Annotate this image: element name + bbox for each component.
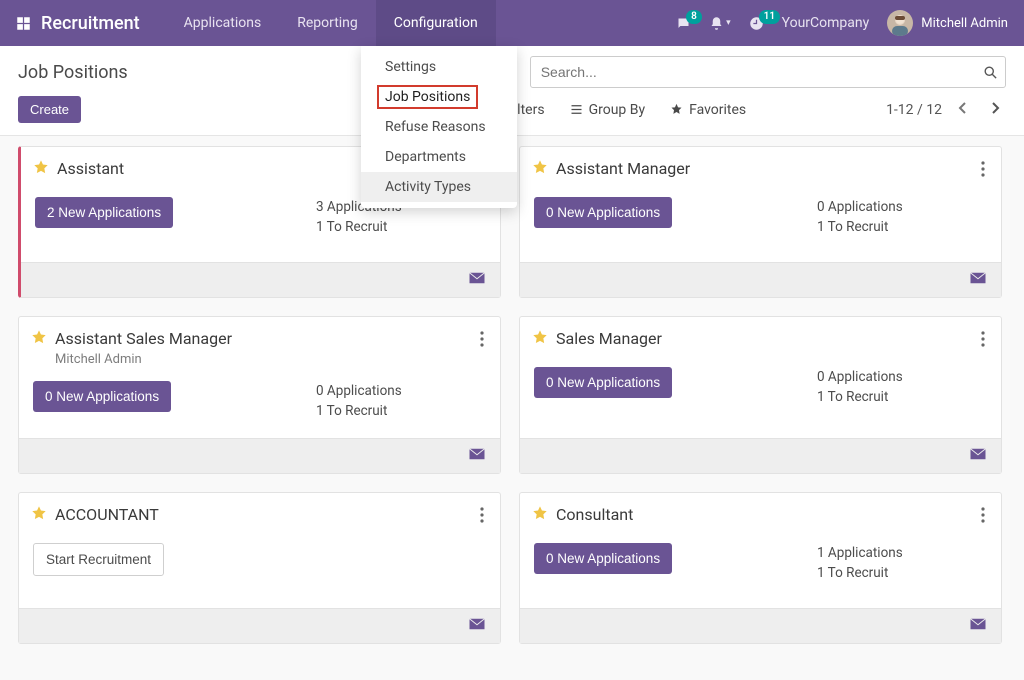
pager-prev[interactable] xyxy=(952,96,974,123)
job-card[interactable]: Assistant Manager 0 New Applications 0 App… xyxy=(519,146,1002,298)
mail-icon[interactable] xyxy=(468,447,486,465)
applications-count: 0 Applications xyxy=(817,367,987,387)
mail-icon[interactable] xyxy=(969,271,987,289)
pager-range: 1-12 / 12 xyxy=(886,102,942,118)
notifications-icon[interactable]: ▾ xyxy=(709,16,731,31)
card-title: Assistant Manager xyxy=(556,159,690,178)
card-subtitle: Mitchell Admin xyxy=(55,352,232,367)
to-recruit-count: 1 To Recruit xyxy=(817,563,987,583)
new-applications-button[interactable]: 0 New Applications xyxy=(534,543,672,574)
start-recruitment-button[interactable]: Start Recruitment xyxy=(33,543,164,576)
navbar: Recruitment Applications Reporting Confi… xyxy=(0,0,1024,46)
tab-applications[interactable]: Applications xyxy=(166,0,280,46)
card-menu-icon[interactable] xyxy=(977,329,989,353)
star-icon[interactable] xyxy=(532,505,548,525)
configuration-dropdown: Settings Job Positions Refuse Reasons De… xyxy=(361,46,517,208)
user-name: Mitchell Admin xyxy=(921,16,1008,31)
create-button[interactable]: Create xyxy=(18,96,81,123)
tab-reporting[interactable]: Reporting xyxy=(279,0,376,46)
activities-icon[interactable]: 11 xyxy=(749,16,764,31)
nav-tabs: Applications Reporting Configuration xyxy=(166,0,496,46)
new-applications-button[interactable]: 0 New Applications xyxy=(33,381,171,412)
star-icon[interactable] xyxy=(31,505,47,525)
kanban-scroll[interactable]: Assistant2 New Applications3 Application… xyxy=(0,136,1024,680)
job-card[interactable]: ACCOUNTANT Start Recruitment xyxy=(18,492,501,644)
pager: 1-12 / 12 xyxy=(886,96,1006,123)
company-selector[interactable]: YourCompany xyxy=(782,15,870,31)
avatar xyxy=(887,10,913,36)
tab-configuration[interactable]: Configuration xyxy=(376,0,496,46)
mail-icon[interactable] xyxy=(468,271,486,289)
to-recruit-count: 1 To Recruit xyxy=(817,217,987,237)
applications-count: 1 Applications xyxy=(817,543,987,563)
activities-badge: 11 xyxy=(759,10,780,24)
applications-count: 0 Applications xyxy=(817,197,987,217)
card-title: Sales Manager xyxy=(556,329,662,348)
apps-icon[interactable] xyxy=(16,16,31,31)
star-icon[interactable] xyxy=(532,329,548,349)
card-menu-icon[interactable] xyxy=(977,159,989,183)
kanban-board: Assistant2 New Applications3 Application… xyxy=(18,146,1016,644)
pager-next[interactable] xyxy=(984,96,1006,123)
menu-job-positions[interactable]: Job Positions xyxy=(361,82,517,112)
star-icon[interactable] xyxy=(33,159,49,179)
favorites-button[interactable]: Favorites xyxy=(669,102,746,118)
page-title: Job Positions xyxy=(18,62,128,83)
to-recruit-count: 1 To Recruit xyxy=(316,401,486,421)
messages-badge: 8 xyxy=(686,10,702,24)
card-menu-icon[interactable] xyxy=(476,505,488,529)
star-icon[interactable] xyxy=(532,159,548,179)
systray: 8 ▾ 11 YourCompany Mitchell Admin xyxy=(676,10,1008,36)
card-menu-icon[interactable] xyxy=(476,329,488,353)
job-card[interactable]: Sales Manager 0 New Applications 0 Applica… xyxy=(519,316,1002,474)
star-icon[interactable] xyxy=(31,329,47,349)
groupby-button[interactable]: Group By xyxy=(569,102,646,118)
new-applications-button[interactable]: 0 New Applications xyxy=(534,197,672,228)
to-recruit-count: 1 To Recruit xyxy=(316,217,486,237)
card-title: Assistant xyxy=(57,159,124,178)
card-title: Consultant xyxy=(556,505,633,524)
menu-settings[interactable]: Settings xyxy=(361,52,517,82)
search-icon[interactable] xyxy=(975,65,1005,80)
search-box[interactable] xyxy=(530,56,1006,88)
new-applications-button[interactable]: 2 New Applications xyxy=(35,197,173,228)
applications-count: 0 Applications xyxy=(316,381,486,401)
job-card[interactable]: Consultant 0 New Applications 1 Applicatio… xyxy=(519,492,1002,644)
new-applications-button[interactable]: 0 New Applications xyxy=(534,367,672,398)
to-recruit-count: 1 To Recruit xyxy=(817,387,987,407)
menu-activity-types[interactable]: Activity Types xyxy=(361,172,517,202)
job-card[interactable]: Assistant Sales Manager Mitchell Admin 0 N… xyxy=(18,316,501,474)
mail-icon[interactable] xyxy=(969,617,987,635)
mail-icon[interactable] xyxy=(969,447,987,465)
user-menu[interactable]: Mitchell Admin xyxy=(887,10,1008,36)
menu-departments[interactable]: Departments xyxy=(361,142,517,172)
search-options: Filters Group By Favorites xyxy=(486,102,746,118)
card-menu-icon[interactable] xyxy=(977,505,989,529)
mail-icon[interactable] xyxy=(468,617,486,635)
brand-title[interactable]: Recruitment xyxy=(41,13,140,34)
menu-refuse-reasons[interactable]: Refuse Reasons xyxy=(361,112,517,142)
card-title: ACCOUNTANT xyxy=(55,505,159,524)
messages-icon[interactable]: 8 xyxy=(676,16,691,31)
search-input[interactable] xyxy=(531,64,975,80)
card-title: Assistant Sales Manager xyxy=(55,329,232,348)
